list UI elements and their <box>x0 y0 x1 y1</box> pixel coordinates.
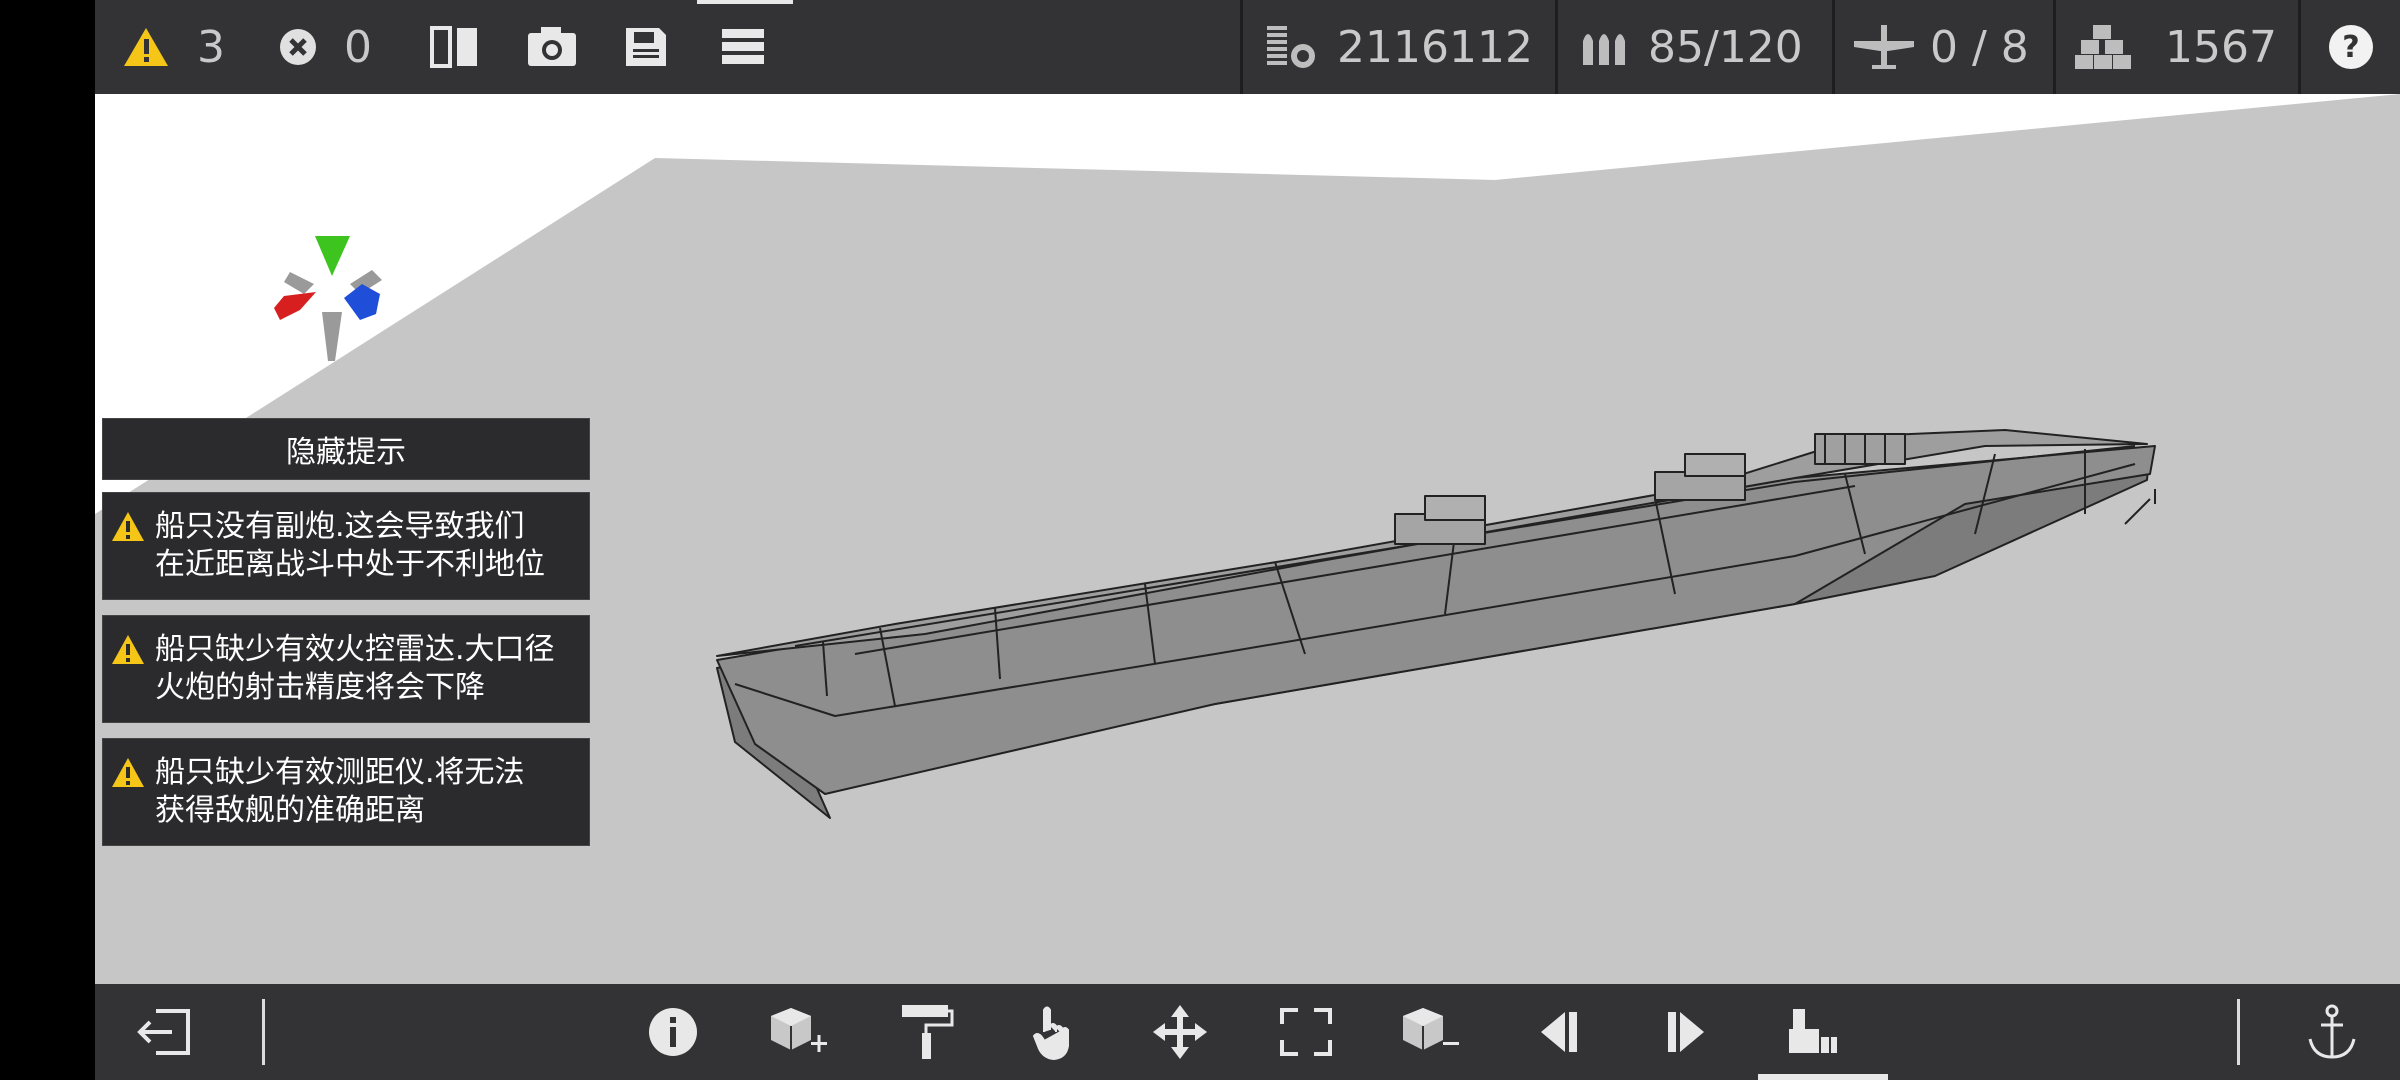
warning-hint-text: 船只缺少有效测距仪.将无法 获得敌舰的准确距离 <box>155 755 525 828</box>
build-mode-active-indicator <box>1758 1074 1888 1080</box>
warning-hint-text: 船只缺少有效火控雷达.大口径 火炮的射击精度将会下降 <box>155 632 555 705</box>
exit-button[interactable] <box>119 984 209 1080</box>
select-button[interactable] <box>1008 984 1098 1080</box>
mirror-icon <box>430 26 477 68</box>
top-separator <box>1240 0 1243 94</box>
parts-stat: 1567 <box>2075 0 2277 94</box>
bottom-separator <box>262 999 265 1065</box>
axis-z-blue <box>344 284 380 320</box>
screenshot-button[interactable] <box>525 0 579 94</box>
warning-count: 3 <box>197 21 225 73</box>
axis-x-gray <box>284 272 314 294</box>
warning-hint-2: 船只缺少有效火控雷达.大口径 火炮的射击精度将会下降 <box>102 615 590 723</box>
error-indicator[interactable]: 0 <box>278 0 372 94</box>
info-icon <box>649 1008 697 1056</box>
save-button[interactable] <box>623 0 669 94</box>
paint-roller-icon <box>902 1005 954 1059</box>
menu-active-indicator <box>697 0 793 4</box>
top-separator <box>2298 0 2301 94</box>
resize-icon <box>1280 1008 1332 1056</box>
displacement-icon <box>1267 26 1315 68</box>
help-button[interactable]: ? <box>2327 0 2375 94</box>
paint-button[interactable] <box>882 984 972 1080</box>
build-mode-icon <box>1789 1009 1837 1053</box>
warning-icon <box>112 512 144 541</box>
info-button[interactable] <box>628 984 718 1080</box>
exit-icon <box>137 1009 190 1055</box>
menu-icon <box>722 29 764 64</box>
hide-hints-button[interactable]: 隐藏提示 <box>102 418 590 480</box>
add-part-icon <box>771 1008 827 1052</box>
hide-hints-label: 隐藏提示 <box>286 435 406 470</box>
move-button[interactable] <box>1135 984 1225 1080</box>
aircraft-icon <box>1854 25 1914 69</box>
top-toolbar: 3 0 2116112 85/120 0 / 8 1567 ? <box>95 0 2400 94</box>
aircraft-stat: 0 / 8 <box>1852 0 2029 94</box>
add-part-button[interactable] <box>755 984 845 1080</box>
prev-button[interactable] <box>1514 984 1604 1080</box>
displacement-stat: 2116112 <box>1265 0 1533 94</box>
parts-value: 1567 <box>2165 21 2277 73</box>
save-icon <box>626 28 666 66</box>
axis-x-red <box>274 292 316 320</box>
move-icon <box>1153 1005 1207 1059</box>
warning-icon <box>112 758 144 787</box>
axis-y-gray <box>322 312 342 361</box>
prev-icon <box>1541 1012 1577 1052</box>
error-icon <box>280 29 316 65</box>
displacement-value: 2116112 <box>1337 21 1533 73</box>
help-icon: ? <box>2329 25 2373 69</box>
top-separator <box>1832 0 1835 94</box>
warning-icon <box>124 28 168 66</box>
axis-gizmo[interactable] <box>260 224 400 369</box>
aircraft-value: 0 / 8 <box>1930 21 2029 73</box>
ammo-value: 85/120 <box>1648 21 1803 73</box>
camera-icon <box>528 27 576 66</box>
remove-part-icon <box>1403 1008 1459 1050</box>
top-separator <box>2053 0 2056 94</box>
warning-icon <box>112 635 144 664</box>
left-black-margin <box>0 0 95 1080</box>
axis-y-green <box>315 236 350 276</box>
svg-text:?: ? <box>2342 30 2359 65</box>
resize-button[interactable] <box>1261 984 1351 1080</box>
error-count: 0 <box>344 21 372 73</box>
warning-hint-3: 船只缺少有效测距仪.将无法 获得敌舰的准确距离 <box>102 738 590 846</box>
ammo-icon <box>1583 34 1625 65</box>
anchor-icon <box>2308 1004 2356 1059</box>
mirror-button[interactable] <box>429 0 481 94</box>
parts-icon <box>2075 25 2131 69</box>
anchor-button[interactable] <box>2287 984 2377 1080</box>
next-button[interactable] <box>1641 984 1731 1080</box>
menu-button[interactable] <box>720 0 766 94</box>
bottom-toolbar <box>95 984 2400 1080</box>
hand-select-icon <box>1032 1006 1069 1061</box>
remove-part-button[interactable] <box>1387 984 1477 1080</box>
next-icon <box>1668 1012 1704 1052</box>
ammo-stat: 85/120 <box>1580 0 1803 94</box>
warning-indicator[interactable]: 3 <box>123 0 225 94</box>
top-separator <box>1555 0 1558 94</box>
build-mode-button[interactable] <box>1768 984 1858 1080</box>
warning-hint-1: 船只没有副炮.这会导致我们 在近距离战斗中处于不利地位 <box>102 492 590 600</box>
bottom-separator <box>2237 999 2240 1065</box>
warning-hint-text: 船只没有副炮.这会导致我们 在近距离战斗中处于不利地位 <box>155 509 545 582</box>
